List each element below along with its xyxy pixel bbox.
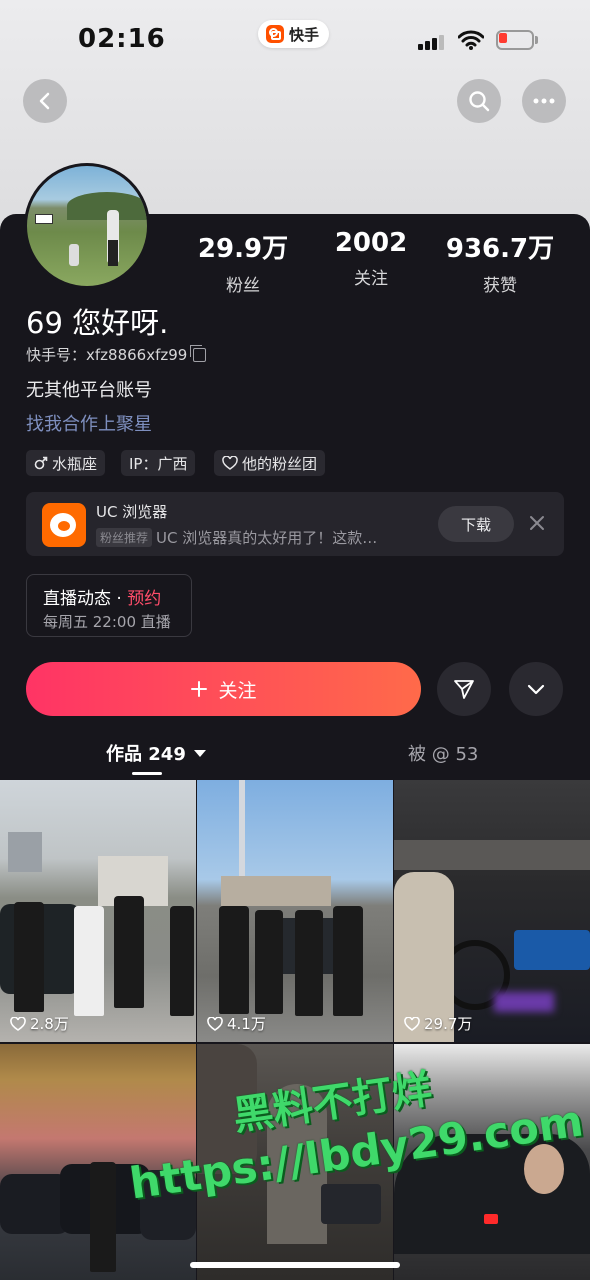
video-likes-count: 4.1万 <box>227 1015 266 1033</box>
tag-zodiac[interactable]: 水瓶座 <box>26 450 106 476</box>
video-likes: 2.8万 <box>10 1013 69 1034</box>
video-likes: 29.7万 <box>404 1013 472 1034</box>
copy-icon[interactable] <box>190 344 207 362</box>
heart-icon <box>10 1016 26 1031</box>
ad-subtitle: 粉丝推荐 UC 浏览器真的太好用了！这款… <box>96 527 377 548</box>
app-name: 快手 <box>289 25 320 44</box>
video-likes-count: 29.7万 <box>424 1015 473 1033</box>
plus-icon <box>191 681 208 697</box>
ad-text: UC 浏览器真的太好用了！这款… <box>156 529 378 547</box>
stat-fans-value: 29.9万 <box>197 234 289 264</box>
home-indicator[interactable] <box>190 1262 400 1268</box>
live-reserve[interactable]: 预约 <box>127 589 161 609</box>
heart-icon <box>404 1016 420 1031</box>
male-icon <box>34 456 48 470</box>
search-button[interactable] <box>457 79 501 123</box>
ad-badge: 粉丝推荐 <box>96 528 153 547</box>
signal-icon <box>418 34 444 50</box>
live-title: 直播动态 · 预约 <box>43 584 161 609</box>
video-thumbnail[interactable]: 2.8万 <box>0 780 196 1042</box>
uc-browser-logo-icon <box>42 503 86 547</box>
chevron-down-icon <box>527 684 545 695</box>
kwai-id-text: 快手号：xfz8866xfz99 <box>26 346 188 364</box>
more-button[interactable] <box>522 79 566 123</box>
fan-club-heart-icon <box>222 456 238 470</box>
status-time: 02:16 <box>78 24 166 54</box>
kwai-id: 快手号：xfz8866xfz99 <box>26 344 207 365</box>
caret-down-icon <box>193 749 206 757</box>
tag-ip: IP：广西 <box>121 450 196 476</box>
video-thumbnail[interactable]: 29.7万 <box>394 780 590 1042</box>
expand-button[interactable] <box>509 662 563 716</box>
content-tabs: 作品 249 被 @ 53 <box>0 728 590 780</box>
wifi-icon <box>458 30 484 50</box>
heart-icon <box>207 1016 223 1031</box>
back-button[interactable] <box>23 79 67 123</box>
tab-works[interactable]: 作品 249 <box>106 740 206 766</box>
video-thumbnail[interactable]: 4.1万 <box>197 780 393 1042</box>
profile-name: 69 您好呀. <box>26 306 169 340</box>
search-icon <box>469 91 490 112</box>
send-icon <box>454 680 474 699</box>
tag-ip-label: IP：广西 <box>129 454 188 473</box>
tag-fan-club-label: 他的粉丝团 <box>242 454 318 473</box>
status-bar: 02:16 快手 <box>0 0 590 80</box>
battery-icon <box>496 30 538 50</box>
follow-button[interactable]: 关注 <box>26 662 421 716</box>
stat-likes-label: 获赞 <box>483 276 517 296</box>
stat-fans[interactable]: 29.9万 粉丝 <box>178 228 308 296</box>
ad-banner[interactable]: UC 浏览器 粉丝推荐 UC 浏览器真的太好用了！这款… 下载 <box>26 492 564 556</box>
profile-bio: 无其他平台账号 <box>26 380 152 401</box>
cooperation-link[interactable]: 找我合作上聚星 <box>26 410 152 436</box>
tab-active-indicator <box>132 772 162 775</box>
video-grid: 2.8万 4.1万 29.7万 <box>0 780 590 1280</box>
share-button[interactable] <box>437 662 491 716</box>
tag-zodiac-label: 水瓶座 <box>52 454 98 473</box>
live-title-text: 直播动态 · <box>43 589 128 609</box>
app-indicator-pill: 快手 <box>258 20 330 48</box>
ad-download-button[interactable]: 下载 <box>438 506 514 542</box>
tag-fan-club[interactable]: 他的粉丝团 <box>214 450 326 476</box>
stat-fans-label: 粉丝 <box>226 276 260 296</box>
live-time: 每周五 22:00 直播 <box>43 613 171 631</box>
close-icon[interactable] <box>526 512 548 534</box>
stat-following-label: 关注 <box>354 269 388 289</box>
follow-label: 关注 <box>218 679 257 702</box>
stat-following-value: 2002 <box>334 228 408 258</box>
video-likes: 4.1万 <box>207 1013 266 1034</box>
ad-title: UC 浏览器 <box>96 503 168 521</box>
stat-following[interactable]: 2002 关注 <box>306 228 436 289</box>
avatar[interactable] <box>24 163 150 289</box>
tab-works-label: 作品 249 <box>106 744 186 765</box>
tab-mentions[interactable]: 被 @ 53 <box>408 740 478 766</box>
chevron-left-icon <box>39 92 50 110</box>
more-horizontal-icon <box>533 98 555 104</box>
kuaishou-logo-icon <box>266 25 284 43</box>
video-likes-count: 2.8万 <box>30 1015 69 1033</box>
live-schedule-card[interactable]: 直播动态 · 预约 每周五 22:00 直播 <box>26 574 192 637</box>
stat-likes-value: 936.7万 <box>445 234 555 264</box>
stat-likes[interactable]: 936.7万 获赞 <box>435 228 565 296</box>
